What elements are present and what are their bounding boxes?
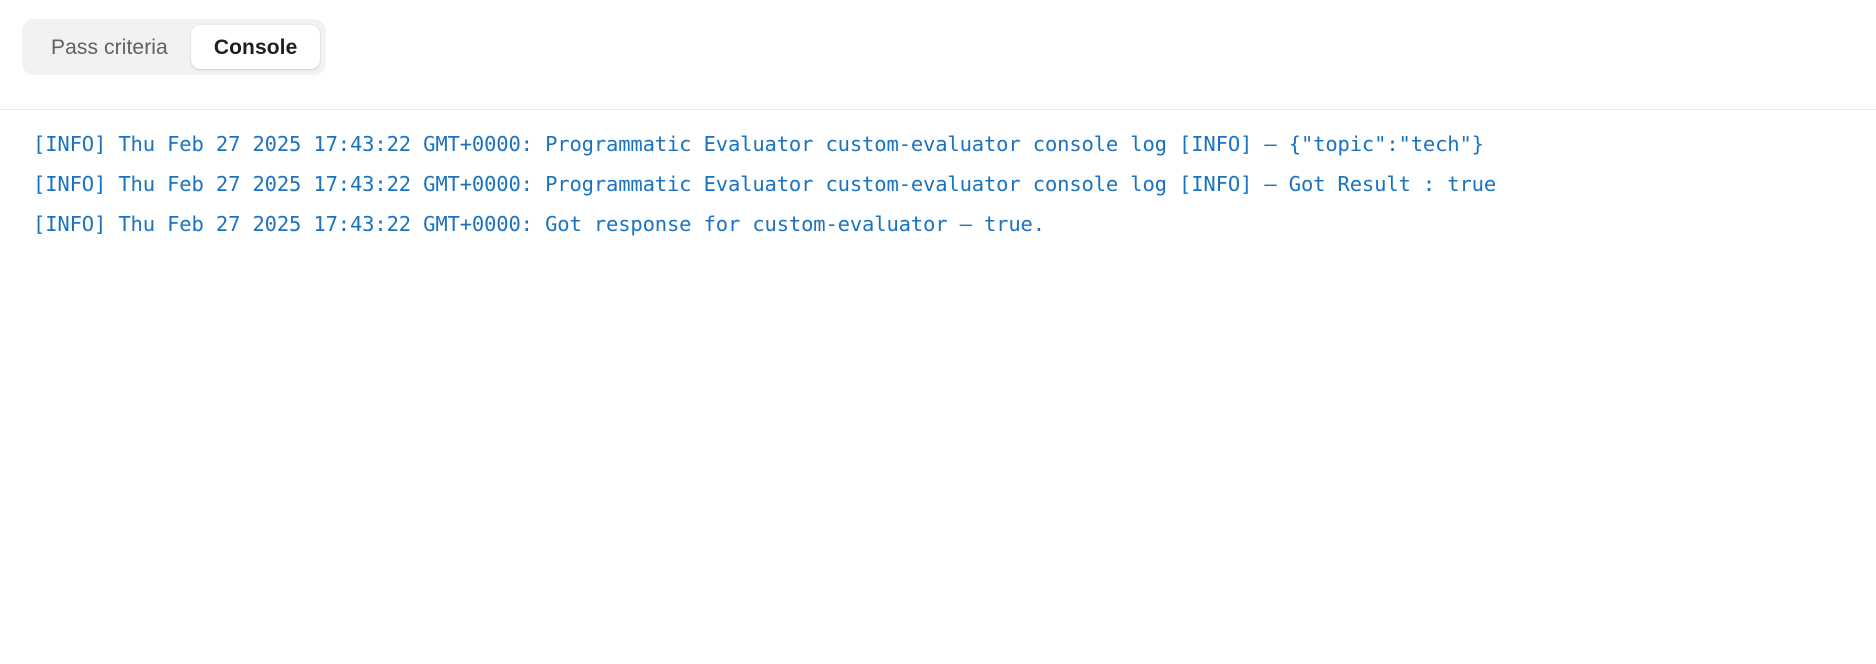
tab-group: Pass criteria Console <box>22 19 327 75</box>
tab-bar-divider <box>0 109 1876 110</box>
log-line: [INFO] Thu Feb 27 2025 17:43:22 GMT+0000… <box>33 212 1045 236</box>
log-line: [INFO] Thu Feb 27 2025 17:43:22 GMT+0000… <box>33 132 1484 156</box>
tab-console[interactable]: Console <box>190 25 321 69</box>
log-line: [INFO] Thu Feb 27 2025 17:43:22 GMT+0000… <box>33 172 1497 196</box>
console-log-output[interactable]: [INFO] Thu Feb 27 2025 17:43:22 GMT+0000… <box>0 110 1876 664</box>
tab-bar: Pass criteria Console <box>0 0 1876 110</box>
tab-pass-criteria[interactable]: Pass criteria <box>28 25 191 69</box>
console-panel: Pass criteria Console [INFO] Thu Feb 27 … <box>0 0 1876 664</box>
